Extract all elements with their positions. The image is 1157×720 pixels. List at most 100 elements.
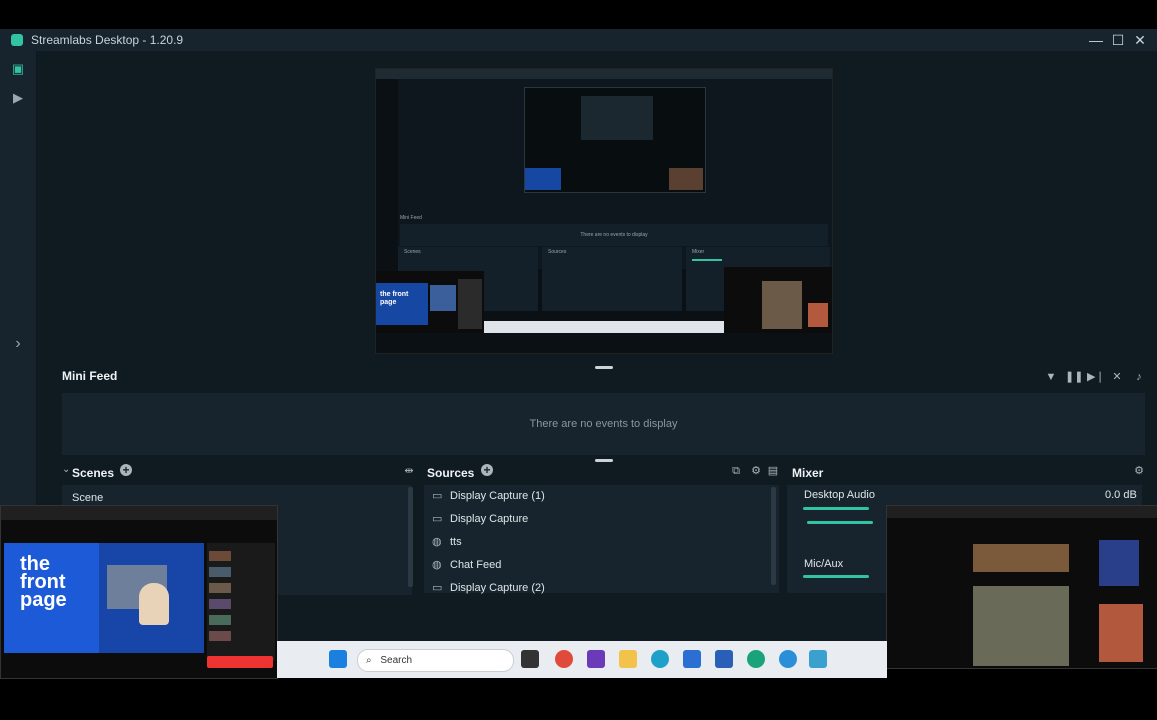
desktop-audio-label: Desktop Audio bbox=[804, 489, 875, 501]
play-icon[interactable]: ▶ bbox=[10, 90, 26, 106]
minimize-button[interactable]: — bbox=[1085, 31, 1107, 49]
source-item[interactable]: ▭ Display Capture bbox=[432, 508, 528, 530]
expand-sidebar-icon[interactable]: › bbox=[10, 336, 26, 352]
nested-inner-preview bbox=[524, 87, 706, 193]
store-icon[interactable] bbox=[715, 650, 733, 668]
outlook-icon[interactable] bbox=[683, 650, 701, 668]
scenes-scrollbar[interactable] bbox=[408, 487, 413, 587]
collapse-scenes-icon[interactable]: ⌄ bbox=[62, 464, 70, 475]
pause-icon[interactable]: ❚❚ bbox=[1065, 369, 1083, 385]
presenter bbox=[139, 583, 169, 625]
scenes-title: Scenes bbox=[72, 466, 115, 480]
file-explorer-icon[interactable] bbox=[619, 650, 637, 668]
mic-aux-label: Mic/Aux bbox=[804, 558, 844, 570]
source-label: tts bbox=[450, 536, 462, 548]
title-bar: Streamlabs Desktop - 1.20.9 — ☐ ✕ bbox=[0, 29, 1157, 51]
video-overlay-left: the front page bbox=[0, 505, 278, 679]
nested-mini-feed-label: Mini Feed bbox=[400, 215, 422, 221]
playlist-thumb bbox=[209, 583, 231, 593]
social-overlay-right bbox=[886, 505, 1157, 669]
volume-icon[interactable]: ♪ bbox=[1131, 369, 1147, 385]
source-group-icon[interactable]: ⧉ bbox=[728, 463, 744, 479]
skip-icon[interactable]: ▶❘ bbox=[1087, 369, 1105, 385]
nested-taskbar bbox=[484, 321, 724, 333]
nested-inner-frame bbox=[581, 96, 653, 140]
add-source-button[interactable]: + bbox=[481, 464, 493, 476]
task-view-icon[interactable] bbox=[521, 650, 539, 668]
chrome-icon[interactable] bbox=[555, 650, 573, 668]
nested-no-events: There are no events to display bbox=[580, 232, 648, 238]
editor-icon[interactable]: ▣ bbox=[10, 61, 26, 77]
live-banner bbox=[207, 656, 273, 668]
source-label: Chat Feed bbox=[450, 559, 502, 571]
source-item[interactable]: ◍ Chat Feed bbox=[432, 554, 501, 576]
stream-preview[interactable]: Mini Feed There are no events to display… bbox=[375, 68, 833, 354]
app-icon[interactable] bbox=[587, 650, 605, 668]
source-item[interactable]: ◍ tts bbox=[432, 531, 462, 553]
mic-aux-meter bbox=[803, 575, 869, 578]
filter-icon[interactable]: ▼ bbox=[1043, 369, 1059, 385]
mute-alerts-icon[interactable]: ✕ bbox=[1109, 369, 1125, 385]
nested-meter bbox=[692, 259, 722, 261]
brand-text: the front page bbox=[20, 554, 67, 611]
nested-overlay-right bbox=[724, 267, 832, 333]
maximize-button[interactable]: ☐ bbox=[1107, 31, 1129, 49]
taskbar-search[interactable]: ⌕ Search bbox=[357, 649, 514, 672]
nested-playlist bbox=[458, 279, 482, 329]
source-properties-icon[interactable]: ⚙ bbox=[748, 463, 764, 479]
desktop-audio-meter bbox=[803, 507, 869, 510]
sources-list: ▭ Display Capture (1) ▭ Display Capture ◍ t… bbox=[424, 485, 779, 594]
globe-icon: ◍ bbox=[432, 536, 442, 548]
presenter-frame bbox=[99, 543, 204, 653]
side-ad bbox=[1099, 540, 1139, 586]
mini-feed: Mini Feed ▼ ❚❚ ▶❘ ✕ ♪ There are no event… bbox=[62, 363, 1147, 455]
side-ad-bottom bbox=[1099, 604, 1143, 662]
sources-panel: Sources + ⧉ ⚙ ▤ ▭ Display Capture (1) ▭ Di… bbox=[424, 461, 779, 651]
scene-transitions-icon[interactable]: ⇹ bbox=[401, 463, 417, 479]
browser-bar bbox=[1, 506, 277, 520]
mixer-title: Mixer bbox=[792, 466, 824, 480]
nested-overlay-left: the front page bbox=[376, 271, 484, 333]
nested-inner-thumb bbox=[525, 168, 561, 190]
nested-mixer-label: Mixer bbox=[692, 249, 705, 255]
sources-title: Sources bbox=[427, 466, 475, 480]
desktop-audio-value: 0.0 dB bbox=[1105, 489, 1137, 501]
close-button[interactable]: ✕ bbox=[1129, 31, 1151, 49]
globe-icon: ◍ bbox=[432, 559, 442, 571]
streamlabs-logo-icon bbox=[11, 34, 23, 46]
story-strip bbox=[973, 544, 1069, 572]
monitor-icon: ▭ bbox=[432, 582, 443, 594]
sources-scrollbar[interactable] bbox=[771, 487, 776, 585]
nested-brand-tile: the front page bbox=[376, 283, 428, 325]
monitor-icon: ▭ bbox=[432, 490, 443, 502]
messenger-icon[interactable] bbox=[779, 650, 797, 668]
search-icon: ⌕ bbox=[366, 655, 372, 666]
brand-line: page bbox=[20, 589, 67, 611]
playlist-sidebar bbox=[207, 543, 275, 661]
add-folder-icon[interactable]: ▤ bbox=[765, 463, 781, 479]
streamlabs-icon[interactable] bbox=[747, 650, 765, 668]
brand-tile: the front page bbox=[4, 543, 99, 653]
mixer-settings-icon[interactable]: ⚙ bbox=[1131, 463, 1147, 479]
nested-title-bar bbox=[376, 69, 832, 79]
desktop-audio-slider[interactable] bbox=[807, 521, 873, 524]
crowd-photo bbox=[973, 586, 1069, 666]
source-item[interactable]: ▭ Display Capture (1) bbox=[432, 485, 545, 507]
nested-sources-label: Sources bbox=[548, 249, 567, 255]
nested-social-ad bbox=[808, 303, 828, 327]
nested-inner-thumb-right bbox=[669, 168, 703, 190]
photos-icon[interactable] bbox=[809, 650, 827, 668]
source-label: Display Capture (2) bbox=[450, 582, 545, 594]
nested-sources-panel: Sources bbox=[542, 247, 682, 311]
playlist-thumb bbox=[209, 551, 231, 561]
edge-icon[interactable] bbox=[651, 650, 669, 668]
windows-start-icon[interactable] bbox=[329, 650, 347, 668]
source-item[interactable]: ▭ Display Capture (2) bbox=[432, 577, 545, 599]
mini-feed-title: Mini Feed bbox=[62, 369, 118, 383]
playlist-thumb bbox=[209, 615, 231, 625]
window-title: Streamlabs Desktop - 1.20.9 bbox=[31, 33, 184, 47]
nested-brand: the front page bbox=[380, 291, 409, 306]
captured-taskbar: ⌕ Search bbox=[277, 641, 887, 678]
source-label: Display Capture (1) bbox=[450, 490, 545, 502]
add-scene-button[interactable]: + bbox=[120, 464, 132, 476]
